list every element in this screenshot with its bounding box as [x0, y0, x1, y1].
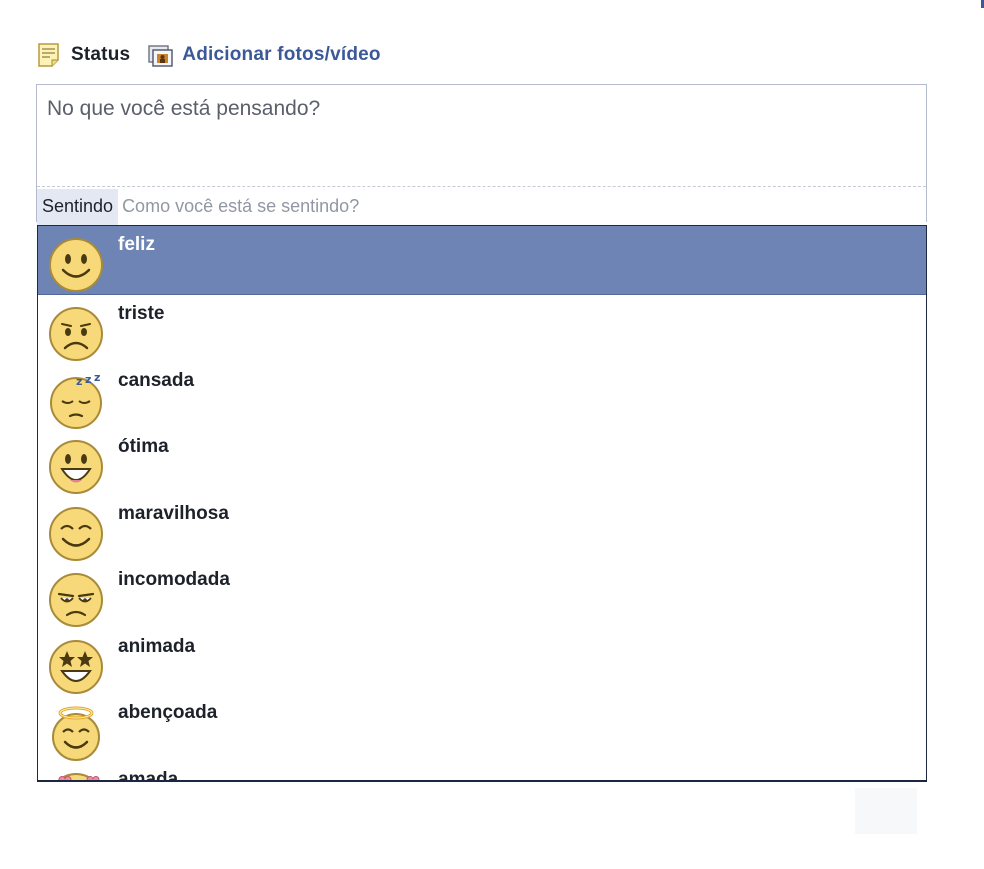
feeling-tag: Sentindo [37, 188, 119, 225]
feeling-option-animada[interactable]: animada [38, 628, 926, 695]
grin-icon [48, 439, 104, 495]
tab-status-label: Status [71, 44, 131, 65]
annoyed-icon [48, 572, 104, 628]
feeling-option-label: cansada [118, 369, 195, 391]
svg-text:z: z [94, 373, 100, 384]
tab-status[interactable]: Status [37, 42, 130, 68]
smile-icon [48, 237, 104, 293]
status-note-icon [37, 42, 61, 68]
composer-placeholder: No que você está pensando? [47, 97, 321, 120]
feeling-option-label: incomodada [118, 569, 230, 590]
feeling-option-label: triste [118, 303, 165, 324]
feeling-option-cansada[interactable]: z z z cansada [38, 362, 926, 429]
feeling-option-label: animada [118, 635, 196, 657]
feelings-dropdown: feliz triste z z z cansada ótima maravil… [37, 225, 927, 782]
composer-divider [37, 186, 926, 187]
feeling-option-incomodada[interactable]: incomodada [38, 561, 926, 628]
feeling-option-label: amada [118, 768, 179, 782]
tab-add-photos-video[interactable]: Adicionar fotos/vídeo [148, 42, 381, 68]
feeling-option-label: maravilhosa [118, 502, 229, 524]
feeling-option-label: feliz [118, 234, 155, 255]
sleepy-icon: z z z [48, 371, 104, 429]
svg-text:z: z [85, 373, 91, 386]
photo-icon [148, 42, 173, 68]
feeling-option-amada[interactable]: amada [38, 761, 926, 782]
feeling-option-otima[interactable]: ótima [38, 428, 926, 495]
halo-icon [48, 705, 104, 761]
composer-tabs: Status Adicionar fotos/vídeo [37, 40, 381, 70]
happy-closed-eyes-icon [48, 506, 104, 562]
feeling-option-abencoada[interactable]: abençoada [38, 694, 926, 761]
feeling-option-feliz[interactable]: feliz [38, 226, 926, 295]
background-shade [855, 788, 917, 834]
feeling-option-maravilhosa[interactable]: maravilhosa [38, 495, 926, 562]
feeling-option-label: abençoada [118, 702, 218, 723]
feeling-option-label: ótima [118, 436, 169, 457]
svg-text:z: z [76, 375, 82, 388]
sad-icon [48, 306, 104, 362]
star-eyes-icon [48, 639, 104, 695]
feeling-option-triste[interactable]: triste [38, 295, 926, 362]
heart-eyes-icon [48, 772, 104, 780]
tab-add-photos-video-label: Adicionar fotos/vídeo [182, 44, 381, 65]
feeling-row: Sentindo [37, 188, 927, 225]
feeling-search-input[interactable] [122, 189, 823, 224]
